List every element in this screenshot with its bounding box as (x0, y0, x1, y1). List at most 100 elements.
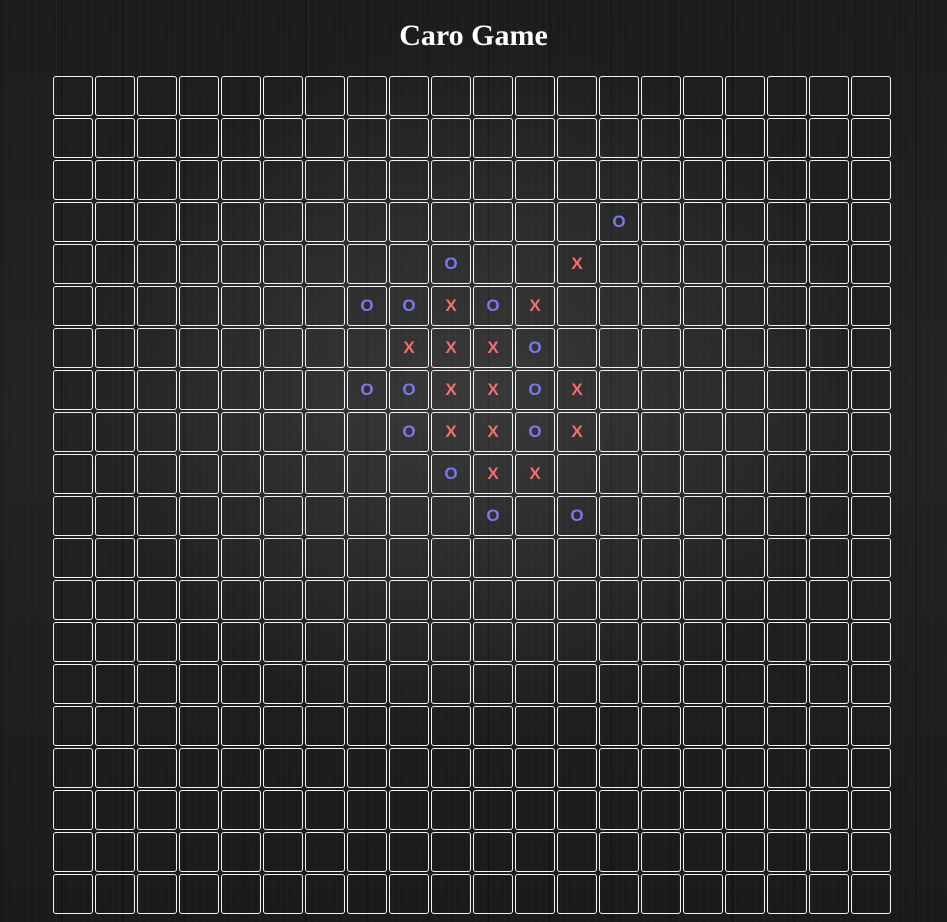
board-cell[interactable] (305, 286, 345, 326)
board-cell[interactable] (431, 202, 471, 242)
board-cell[interactable] (179, 874, 219, 914)
board-cell[interactable] (725, 118, 765, 158)
board-cell[interactable] (767, 370, 807, 410)
board-cell[interactable] (473, 664, 513, 704)
board-cell[interactable] (389, 244, 429, 284)
board-cell[interactable] (53, 202, 93, 242)
board-cell[interactable] (389, 76, 429, 116)
board-cell[interactable] (137, 370, 177, 410)
board-cell[interactable] (347, 412, 387, 452)
board-cell[interactable] (641, 202, 681, 242)
board-cell[interactable] (641, 664, 681, 704)
board-cell[interactable] (599, 748, 639, 788)
board-cell[interactable] (95, 370, 135, 410)
board-cell[interactable]: O (347, 286, 387, 326)
board-cell[interactable] (725, 412, 765, 452)
board-cell[interactable] (263, 664, 303, 704)
board-cell[interactable] (347, 244, 387, 284)
board-cell[interactable] (431, 832, 471, 872)
board-cell[interactable] (683, 874, 723, 914)
board-cell[interactable] (725, 370, 765, 410)
board-cell[interactable] (557, 538, 597, 578)
board-cell[interactable] (305, 622, 345, 662)
board-cell[interactable] (53, 454, 93, 494)
board-cell[interactable] (53, 874, 93, 914)
board-cell[interactable]: X (473, 412, 513, 452)
board-cell[interactable] (179, 118, 219, 158)
board-cell[interactable] (599, 160, 639, 200)
board-cell[interactable] (431, 790, 471, 830)
board-cell[interactable] (683, 454, 723, 494)
board-cell[interactable] (725, 76, 765, 116)
board-cell[interactable] (683, 286, 723, 326)
board-cell[interactable] (53, 706, 93, 746)
board-cell[interactable] (95, 328, 135, 368)
board-cell[interactable] (683, 328, 723, 368)
board-cell[interactable] (137, 832, 177, 872)
board-cell[interactable] (557, 790, 597, 830)
board-cell[interactable] (767, 580, 807, 620)
board-cell[interactable] (473, 76, 513, 116)
board-cell[interactable] (179, 832, 219, 872)
board-cell[interactable] (95, 706, 135, 746)
board-cell[interactable] (641, 370, 681, 410)
board-cell[interactable] (389, 790, 429, 830)
board-cell[interactable] (683, 832, 723, 872)
board-cell[interactable] (683, 580, 723, 620)
board-cell[interactable] (137, 748, 177, 788)
board-cell[interactable] (263, 412, 303, 452)
board-cell[interactable] (767, 412, 807, 452)
board-cell[interactable] (53, 748, 93, 788)
board-cell[interactable] (95, 202, 135, 242)
board-cell[interactable] (851, 454, 891, 494)
board-cell[interactable] (515, 622, 555, 662)
board-cell[interactable] (641, 580, 681, 620)
board-cell[interactable] (431, 874, 471, 914)
board-cell[interactable] (809, 664, 849, 704)
board-cell[interactable] (473, 748, 513, 788)
board-cell[interactable] (851, 790, 891, 830)
board-cell[interactable] (557, 286, 597, 326)
board-cell[interactable] (53, 244, 93, 284)
board-cell[interactable] (557, 832, 597, 872)
board-cell[interactable] (683, 370, 723, 410)
board-cell[interactable] (683, 664, 723, 704)
board-cell[interactable] (305, 832, 345, 872)
board-cell[interactable] (641, 454, 681, 494)
board-cell[interactable] (767, 76, 807, 116)
board-cell[interactable] (137, 202, 177, 242)
board-cell[interactable] (305, 370, 345, 410)
board-cell[interactable] (263, 832, 303, 872)
board-cell[interactable] (221, 538, 261, 578)
board-cell[interactable] (53, 412, 93, 452)
board-cell[interactable] (599, 286, 639, 326)
board-cell[interactable] (95, 622, 135, 662)
board-cell[interactable] (221, 118, 261, 158)
board-cell[interactable] (683, 790, 723, 830)
board-cell[interactable] (53, 580, 93, 620)
board-cell[interactable] (809, 412, 849, 452)
board-cell[interactable] (599, 622, 639, 662)
board-cell[interactable] (179, 202, 219, 242)
board-cell[interactable] (641, 706, 681, 746)
board-cell[interactable] (767, 874, 807, 914)
board-cell[interactable] (767, 286, 807, 326)
board-cell[interactable] (179, 160, 219, 200)
board-cell[interactable] (53, 76, 93, 116)
board-cell[interactable] (137, 454, 177, 494)
board-cell[interactable] (347, 790, 387, 830)
board-cell[interactable]: O (515, 412, 555, 452)
board-cell[interactable] (599, 664, 639, 704)
board-cell[interactable] (599, 580, 639, 620)
board-cell[interactable] (95, 664, 135, 704)
board-cell[interactable] (515, 76, 555, 116)
board-cell[interactable] (767, 328, 807, 368)
board-cell[interactable] (767, 160, 807, 200)
board-cell[interactable] (389, 454, 429, 494)
board-cell[interactable] (683, 160, 723, 200)
board-cell[interactable] (263, 538, 303, 578)
board-cell[interactable] (725, 622, 765, 662)
board-cell[interactable] (809, 454, 849, 494)
board-cell[interactable] (725, 286, 765, 326)
board-cell[interactable] (347, 160, 387, 200)
